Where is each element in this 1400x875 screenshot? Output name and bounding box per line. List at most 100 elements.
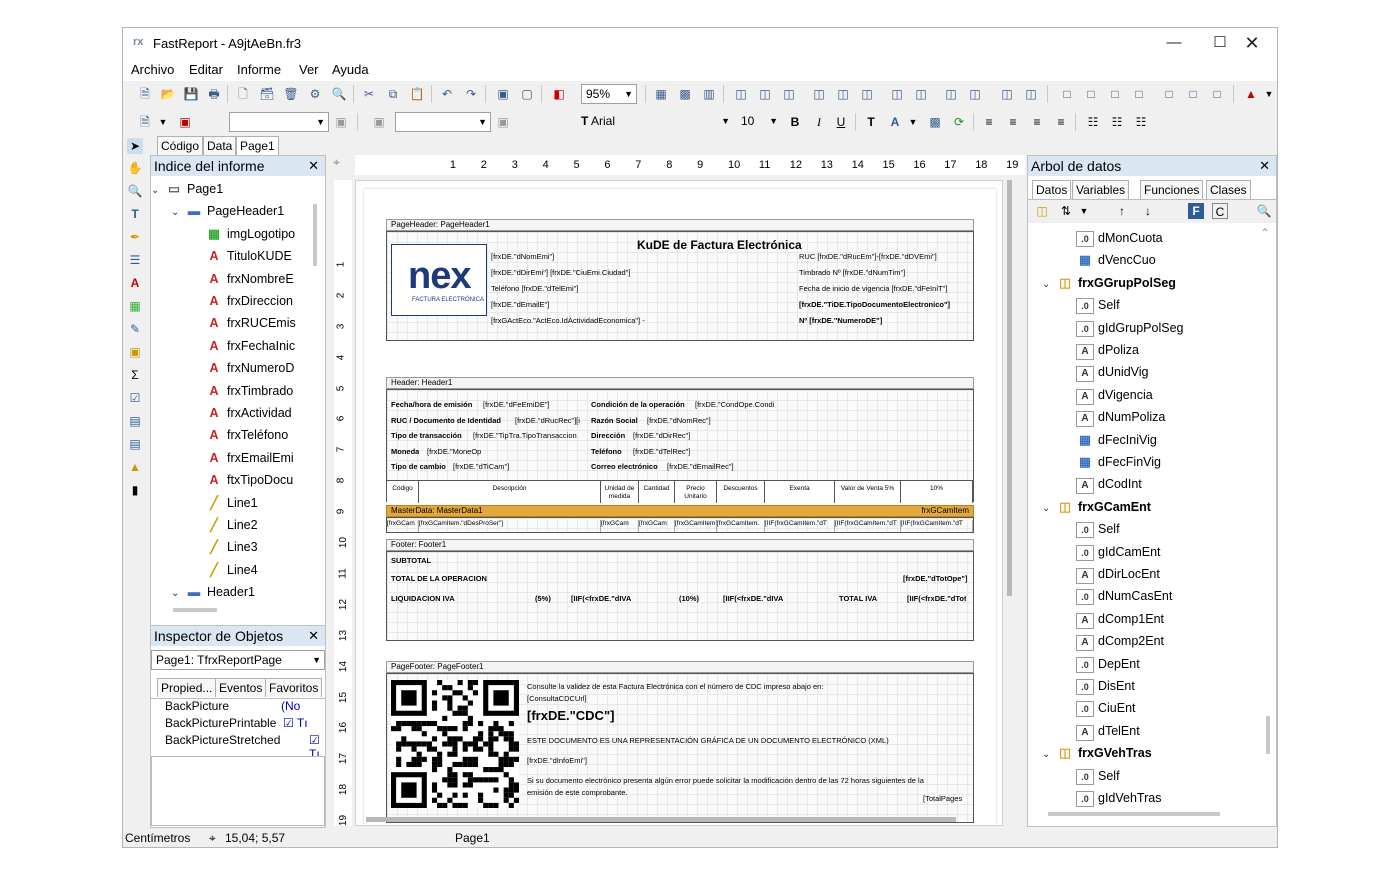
menu-ver[interactable]: Ver — [299, 62, 319, 77]
highlight-edit-icon[interactable]: ▣ — [495, 114, 511, 130]
subreport-icon[interactable]: ▣ — [127, 344, 143, 360]
new-dialog-icon[interactable]: 🗃 — [259, 86, 275, 102]
valign-bottom-icon[interactable]: ☷ — [1133, 114, 1149, 130]
band-masterdata[interactable]: [frxGCam [frxGCamItem."dDesProSer"] [frxGC… — [386, 517, 974, 533]
header-value[interactable]: [frxDE."dNomRec"] — [647, 416, 711, 425]
tree-item[interactable]: AdVigencia — [1062, 384, 1153, 406]
tab-data[interactable]: Data — [203, 136, 237, 155]
align-right-icon[interactable]: ◫ — [781, 86, 797, 102]
tree-item[interactable]: AfrxNombreE — [191, 268, 293, 290]
close-icon[interactable]: ✕ — [308, 156, 319, 176]
column-header[interactable]: Valor de Venta 5% — [835, 481, 901, 503]
tree-item[interactable]: AdDirLocEnt — [1062, 563, 1160, 585]
chevron-down-icon[interactable]: ▼ — [1261, 86, 1277, 102]
style-icon[interactable]: 🗎 — [137, 114, 153, 130]
font-settings-icon[interactable]: T — [863, 114, 879, 130]
tab-clases[interactable]: Clases — [1206, 180, 1251, 199]
tree-item[interactable]: AfrxRUCEmis — [191, 312, 295, 334]
qr-code[interactable] — [391, 680, 519, 808]
zoom-tool-icon[interactable]: 🔍 — [127, 183, 143, 199]
fields-icon[interactable]: F — [1188, 203, 1204, 219]
master-cell[interactable]: [IIF(frxGCamItem."dT — [835, 520, 901, 532]
tree-item[interactable]: AdPoliza — [1062, 339, 1139, 361]
draw-tool-icon[interactable]: ✎ — [127, 321, 143, 337]
new-page-icon[interactable]: 🗋 — [235, 86, 251, 102]
minimize-button[interactable]: — — [1151, 32, 1197, 54]
tree-item[interactable]: ╱ Line4 — [191, 559, 257, 581]
scrollbar-h[interactable] — [1048, 812, 1220, 816]
tree-item[interactable]: AfrxNumeroD — [191, 357, 294, 379]
tab-funciones[interactable]: Funciones — [1140, 180, 1204, 199]
crosstab-icon[interactable]: ▤ — [127, 436, 143, 452]
tree-item[interactable]: .0 Self — [1062, 518, 1120, 540]
chevron-down-icon[interactable]: ⌄ — [151, 180, 165, 202]
tree-item[interactable]: .0 Self — [1062, 294, 1120, 316]
chevron-down-icon[interactable]: ⌄ — [1042, 744, 1056, 766]
pf-consulte[interactable]: Consulte la validez de esta Factura Elec… — [527, 682, 823, 691]
prop-value[interactable]: ☑ Tı — [283, 716, 308, 730]
column-header[interactable]: Descuentos — [717, 481, 765, 503]
chevron-down-icon[interactable]: ▼ — [155, 114, 171, 130]
tree-item[interactable]: .0 CiuEnt — [1062, 697, 1136, 719]
tree-item[interactable]: ⌄ ◫ frxGGrupPolSeg — [1042, 272, 1176, 294]
text-justify-icon[interactable]: ≡ — [1053, 114, 1069, 130]
chevron-down-icon[interactable]: ⌄ — [1042, 274, 1056, 296]
tree-item[interactable]: ╱ Line2 — [191, 514, 257, 536]
timbrado-line[interactable]: [frxDE."TiDE.TipoDocumentoElectronico"] — [799, 300, 950, 309]
chevron-down-icon[interactable]: ▼ — [1076, 203, 1092, 219]
prop-value[interactable]: (No — [281, 699, 300, 713]
frame-right-icon[interactable]: □ — [1131, 86, 1147, 102]
bring-to-front-icon[interactable]: ◧ — [551, 86, 567, 102]
header-value[interactable]: [frxDE."dTiCam"] — [453, 462, 509, 471]
close-icon[interactable]: ✕ — [308, 626, 319, 646]
tree-item[interactable]: AfrxEmailEmi — [191, 447, 293, 469]
text-align-right-icon[interactable]: ≡ — [1029, 114, 1045, 130]
tree-item[interactable]: ⌄ ▭ Page1 — [151, 178, 223, 200]
sort-desc-icon[interactable]: ↓ — [1140, 203, 1156, 219]
valign-center-icon[interactable]: ☷ — [1109, 114, 1125, 130]
band-header[interactable]: Código Descripción Unidad de medida Cantida… — [386, 389, 974, 503]
header-value[interactable]: [frxDE."MoneOp — [427, 447, 481, 456]
ungroup-icon[interactable]: ▢ — [519, 86, 535, 102]
copy-icon[interactable]: ⧉ — [385, 86, 401, 102]
tab-propiedades[interactable]: Propied... — [157, 678, 217, 697]
frame-bottom-icon[interactable]: □ — [1083, 86, 1099, 102]
highlight-text-icon[interactable]: ▩ — [927, 114, 943, 130]
rotate-icon[interactable]: ⟳ — [951, 114, 967, 130]
open-icon[interactable]: 📂 — [160, 86, 176, 102]
sort-asc-icon[interactable]: ↑ — [1114, 203, 1130, 219]
font-color-icon[interactable]: A — [887, 114, 903, 130]
tree-item[interactable]: AfrxActividad — [191, 402, 291, 424]
emisor-line[interactable]: [frxDE."dEmailE"] — [491, 300, 549, 309]
frame-edit-icon[interactable]: □ — [1209, 86, 1225, 102]
bold-icon[interactable]: B — [787, 114, 803, 130]
tree-item[interactable]: .0 gIdVehTras — [1062, 787, 1161, 809]
chevron-up-icon[interactable]: ⌃ — [1260, 226, 1270, 240]
tree-item[interactable]: AdComp2Ent — [1062, 630, 1164, 652]
object-select[interactable]: Page1: TfrxReportPage ▼ — [151, 650, 325, 670]
timbrado-line[interactable]: RUC [frxDE."dRucEm"]-[frxDE."dDVEmi"] — [799, 252, 937, 261]
italic-icon[interactable]: I — [811, 114, 827, 130]
scrollbar-h[interactable] — [366, 817, 956, 822]
close-icon[interactable]: ✕ — [1259, 156, 1270, 176]
emisor-line[interactable]: [frxDE."dNomEmi"] — [491, 252, 554, 261]
pf-error-note[interactable]: Si su documento electrónico presenta alg… — [527, 776, 924, 785]
space-h-icon[interactable]: ◫ — [889, 86, 905, 102]
header-label[interactable]: Fecha/hora de emisión — [391, 400, 472, 409]
menu-informe[interactable]: Informe — [237, 62, 281, 77]
scrollbar-v[interactable] — [1266, 716, 1270, 754]
header-value[interactable]: [frxDE."dFeEmiDE"] — [483, 400, 550, 409]
subtotal-label[interactable]: SUBTOTAL — [391, 556, 431, 565]
richtext-icon[interactable]: ▤ — [127, 413, 143, 429]
band-footer[interactable]: SUBTOTAL TOTAL DE LA OPERACION [frxDE."d… — [386, 551, 974, 641]
frame-left-icon[interactable]: □ — [1107, 86, 1123, 102]
column-header[interactable]: Descripción — [419, 481, 601, 503]
header-value[interactable]: [frxDE."dRucRec"][i — [515, 416, 580, 425]
emisor-line[interactable]: [frxGActEco."ActEco.IdActividadEconomica… — [491, 316, 645, 325]
header-label[interactable]: Moneda — [391, 447, 419, 456]
column-header[interactable]: 10% — [901, 481, 973, 503]
iva5-value[interactable]: [IIF(<frxDE."dIVA — [571, 594, 631, 603]
tree-item[interactable]: AfrxTeléfono — [191, 424, 288, 446]
cut-icon[interactable]: ✂ — [361, 86, 377, 102]
pf-url[interactable]: [ConsultaCDCUrl] — [527, 694, 587, 703]
